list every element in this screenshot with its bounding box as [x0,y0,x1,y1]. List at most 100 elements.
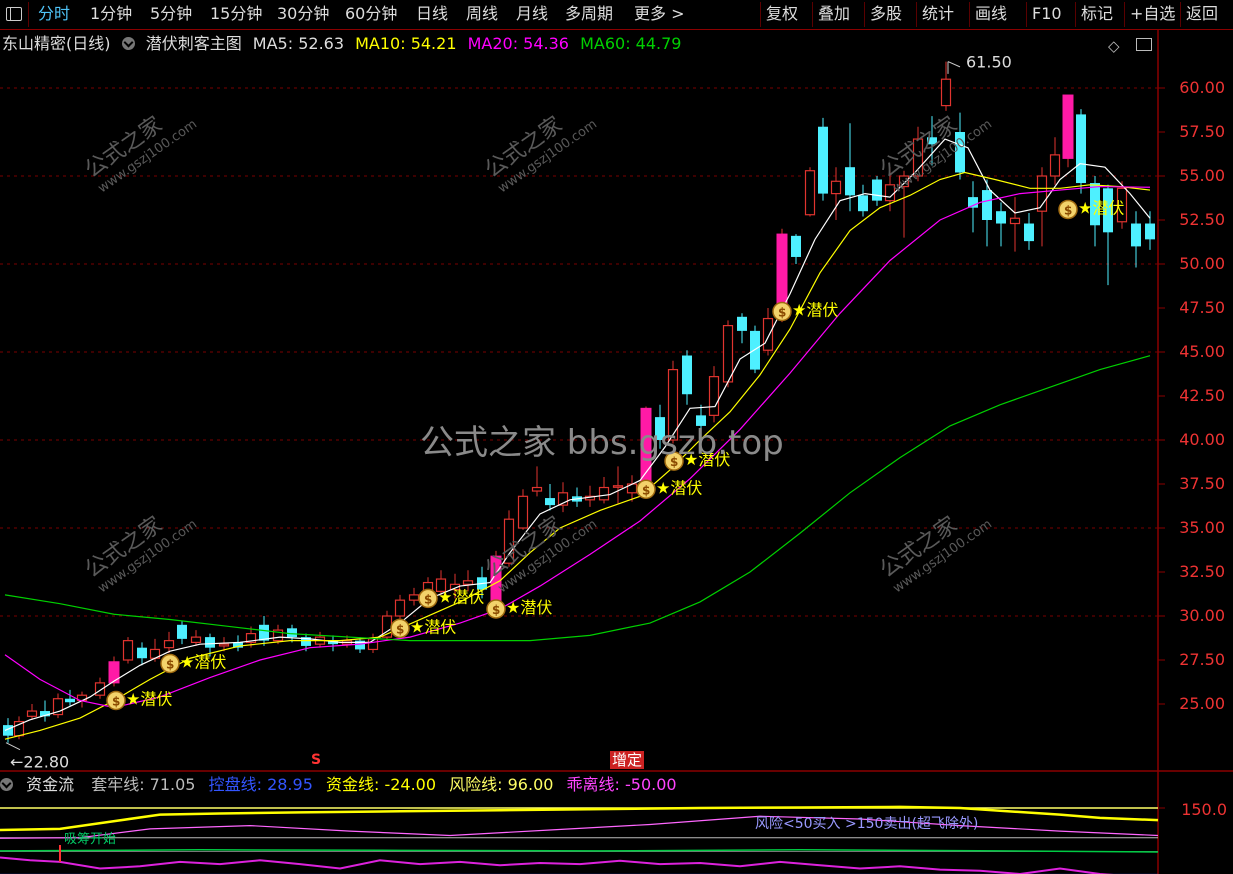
tao-lao-value: 套牢线: 71.05 [91,775,196,794]
toolbar-action-1[interactable]: 叠加 [818,3,850,25]
toolbar-period-7[interactable]: 周线 [466,3,498,25]
toolbar-divider [864,2,865,27]
candle-body-up [422,581,434,596]
candle-body-up [1009,217,1021,225]
toolbar-action-3[interactable]: 统计 [922,3,954,25]
toolbar-period-3[interactable]: 15分钟 [210,3,262,25]
signal-label: ★潜伏 [126,689,172,708]
candle-body-down [1024,223,1034,242]
ma60-value: MA60: 44.79 [580,34,682,53]
signal-label: ★潜伏 [656,478,702,497]
toolbar-divider [1026,2,1027,27]
candle-body-down [1131,223,1141,247]
toolbar-period-8[interactable]: 月线 [516,3,548,25]
toolbar-divider [916,2,917,27]
candle-body-up [272,629,284,642]
candle-body-down [1090,183,1100,226]
candle-body-up [584,495,596,501]
sub-indicator-name[interactable]: 资金流 [26,775,74,794]
candle-body-up [367,638,379,651]
toolbar-action-5[interactable]: F10 [1032,3,1062,25]
zi-jin-value: 资金线: -24.00 [325,775,437,794]
toolbar-divider [1180,2,1181,27]
signal-label: ★潜伏 [506,598,552,617]
candle-body-up [1049,154,1061,177]
indicator-selector[interactable]: 潜伏刺客主图 [121,34,242,53]
toolbar-period-4[interactable]: 30分钟 [277,3,329,25]
zi-jin-line [0,849,1159,853]
candle-body-up [830,180,842,195]
candle-body-up [435,578,447,592]
y-tick-label: 35.00 [1179,518,1225,537]
toolbar-action-7[interactable]: +自选 [1130,3,1175,25]
signal-label: ★潜伏 [1078,198,1124,217]
low-marker-label: ←22.80 [10,753,69,772]
guai-li-wave-line [0,856,1114,874]
signal-label: ★潜伏 [792,301,838,320]
money-bag-glyph: $ [642,483,650,497]
toolbar-period-0[interactable]: 分时 [38,3,70,25]
candle-body-down [818,126,828,194]
y-tick-label: 55.00 [1179,166,1225,185]
candle-body-up [52,698,64,716]
small-watermark: 公式之家 www.gszj100.com [477,491,600,596]
ma10-value: MA10: 54.21 [355,34,457,53]
candle-body-up [394,599,406,617]
candle-body-down [3,725,13,736]
candle-body-up [708,376,720,416]
diamond-icon[interactable]: ◇ [1108,37,1120,55]
money-bag-icon [1058,199,1078,220]
indicator-name[interactable]: 潜伏刺客主图 [146,34,242,53]
toolbar-period-5[interactable]: 60分钟 [345,3,397,25]
signal-label: ★潜伏 [180,653,226,672]
candle-body-down [737,316,747,331]
candle-body-up [122,640,134,661]
toolbar-divider [760,2,761,27]
y-tick-label: 45.00 [1179,342,1225,361]
dropdown-circle-icon[interactable] [0,778,13,791]
candle-body-up [408,594,420,601]
ma20-value: MA20: 54.36 [467,34,569,53]
guai-li-value: 乖离线: -50.00 [566,775,677,794]
feng-xian-line [0,805,1159,832]
candle-body-up [449,583,461,591]
toolbar-period-2[interactable]: 5分钟 [150,3,192,25]
panel-layout-icon[interactable] [1136,38,1152,51]
event-badge[interactable]: 增定 [610,751,645,769]
toolbar-action-2[interactable]: 多股 [870,3,902,25]
toolbar-divider [1124,2,1125,27]
sub-indicator-selector[interactable]: 资金流 [0,775,82,794]
y-tick-label: 37.50 [1179,474,1225,493]
candle-body-up [26,710,38,717]
toolbar-action-6[interactable]: 标记 [1081,3,1113,25]
layout-toggle-icon[interactable] [6,7,22,21]
candle-body-up [462,580,474,585]
toolbar-action-8[interactable]: 返回 [1186,3,1218,25]
candle-body-down [1076,114,1086,184]
candle-body-down [872,179,882,201]
sub-y-tick: 150.0 [1181,800,1227,819]
toolbar-divider [969,2,970,27]
stock-name[interactable]: 东山精密(日线) [2,34,111,53]
toolbar-period-9[interactable]: 多周期 [565,3,613,25]
high-marker-label: 61.50 [966,53,1012,72]
ma5-value: MA5: 52.63 [252,34,345,53]
toolbar-action-0[interactable]: 复权 [766,3,798,25]
candle-body-down [177,624,187,639]
candle-body-up [722,325,734,383]
candle-body-down [858,195,868,212]
money-bag-icon [160,653,180,674]
y-tick-label: 52.50 [1179,210,1225,229]
dropdown-circle-icon[interactable] [121,37,135,50]
toolbar-divider [812,2,813,27]
toolbar-period-6[interactable]: 日线 [416,3,448,25]
candle-body-up [626,483,638,494]
toolbar-period-10[interactable]: 更多 > [634,3,685,25]
candle-body-up [612,485,624,488]
small-watermark: 公式之家 www.gszj100.com [872,91,995,196]
candle-body-up [1036,175,1048,212]
candle-body-down [1145,223,1155,240]
toolbar-action-4[interactable]: 画线 [975,3,1007,25]
toolbar-period-1[interactable]: 1分钟 [90,3,132,25]
money-bag-glyph: $ [492,603,500,617]
